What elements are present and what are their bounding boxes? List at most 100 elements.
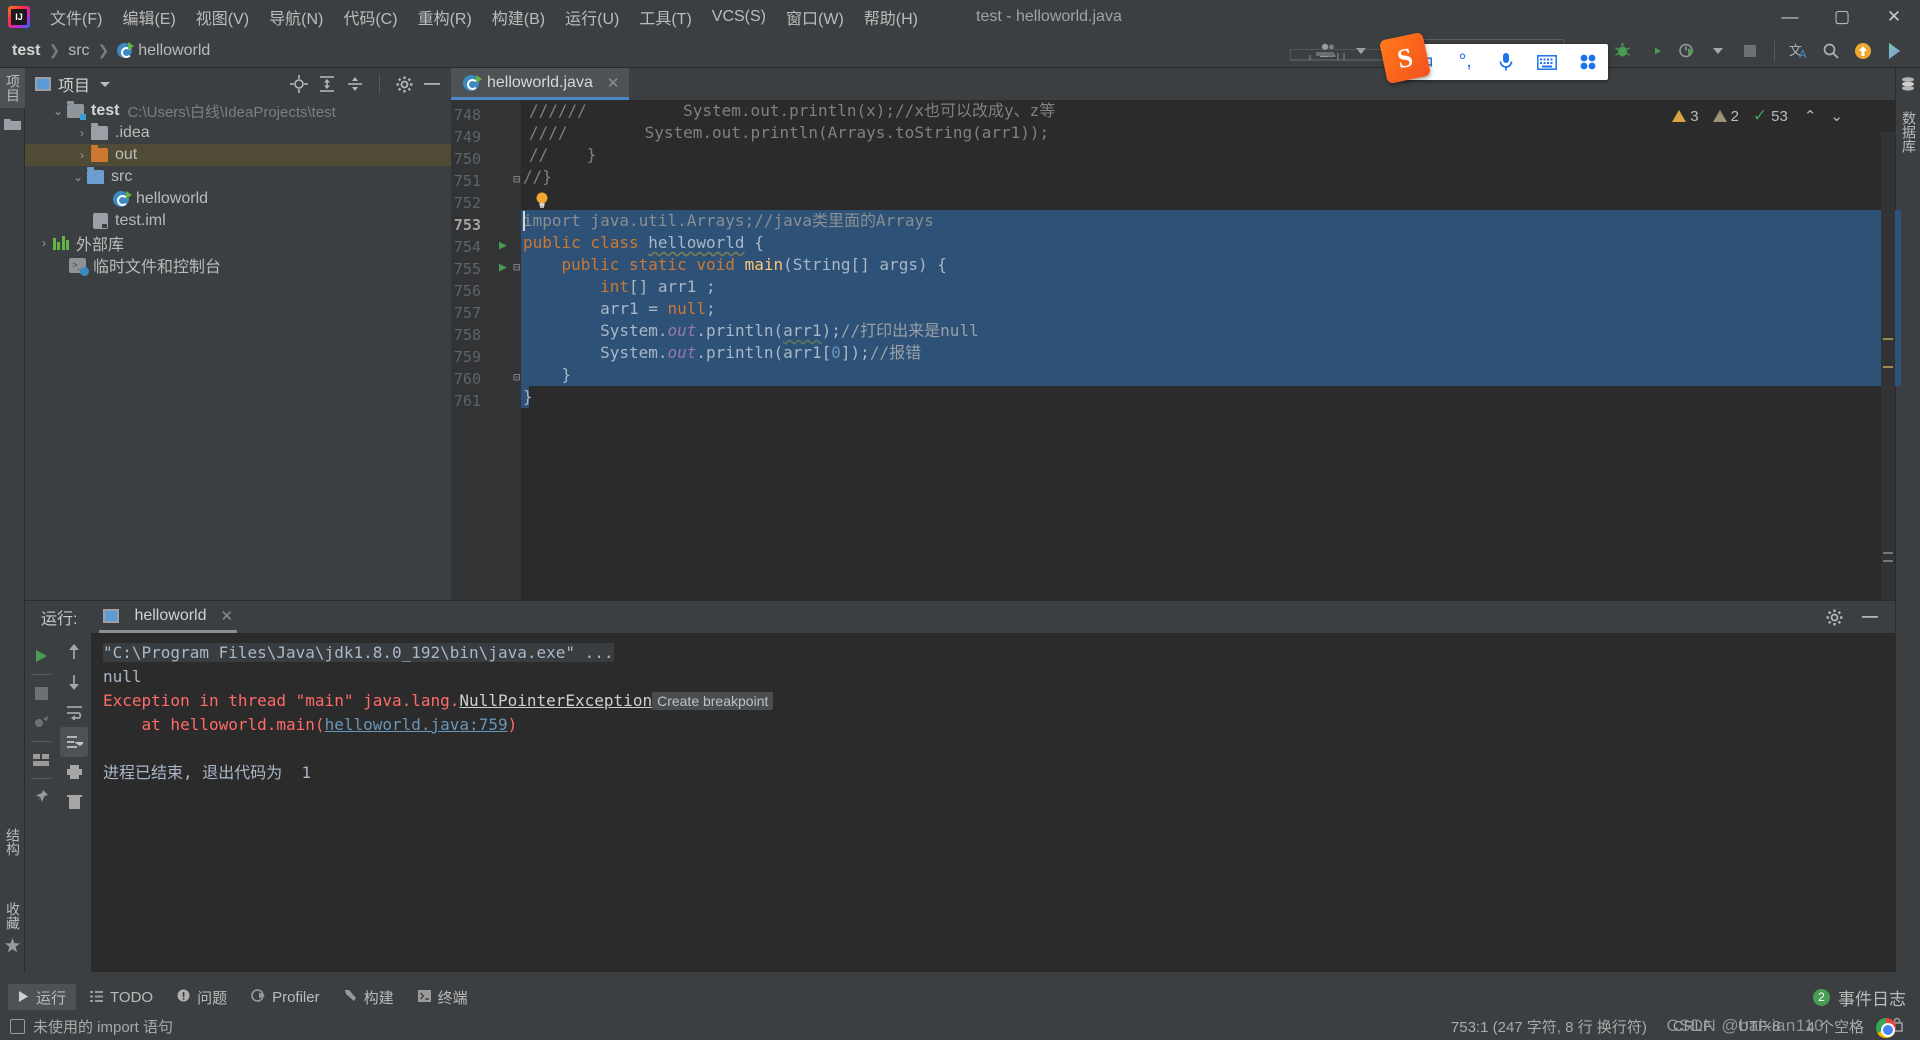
editor-marker-strip[interactable] xyxy=(1881,132,1895,600)
chevron-down-icon[interactable]: ⌄ xyxy=(69,170,87,184)
breadcrumb-file[interactable]: helloworld xyxy=(138,42,210,60)
menu-item-build[interactable]: 构建(B) xyxy=(482,2,555,32)
stacktrace-link[interactable]: helloworld.java:759 xyxy=(325,715,508,734)
chevron-right-icon[interactable]: › xyxy=(73,126,91,140)
tree-item-test-iml[interactable]: test.iml xyxy=(25,210,451,232)
chevron-right-icon[interactable]: › xyxy=(35,236,53,250)
tab-problems[interactable]: 问题 xyxy=(167,984,237,1010)
sogou-logo-icon[interactable]: S xyxy=(1378,31,1432,85)
breadcrumb-folder[interactable]: src xyxy=(68,42,89,60)
clear-all-button[interactable] xyxy=(60,787,88,817)
star-icon[interactable] xyxy=(5,938,20,958)
code-lines[interactable]: ////// System.out.println(x);//x也可以改成y、z… xyxy=(521,100,1901,600)
tree-item-idea[interactable]: › .idea xyxy=(25,122,451,144)
fold-marker-icon[interactable]: ⊟ xyxy=(513,370,520,384)
menu-item-help[interactable]: 帮助(H) xyxy=(854,2,928,32)
event-log-label[interactable]: 事件日志 xyxy=(1838,985,1906,1010)
stop-button[interactable] xyxy=(1735,37,1765,65)
update-button[interactable] xyxy=(1848,37,1878,65)
pin-button[interactable] xyxy=(27,782,55,812)
tab-run[interactable]: 运行 xyxy=(8,984,77,1010)
tree-item-external-libraries[interactable]: › 外部库 xyxy=(25,232,451,254)
menu-item-run[interactable]: 运行(U) xyxy=(555,2,629,32)
folder-icon[interactable] xyxy=(0,108,24,144)
breadcrumb-project[interactable]: test xyxy=(12,42,40,60)
tab-helloworld-java[interactable]: helloworld.java ✕ xyxy=(451,68,630,100)
scroll-to-end-button[interactable] xyxy=(60,727,88,757)
chevron-down-icon[interactable] xyxy=(1703,37,1733,65)
intention-bulb-icon[interactable] xyxy=(535,192,549,208)
scroll-down-button[interactable] xyxy=(60,667,88,697)
run-method-gutter-icon[interactable]: ▶ xyxy=(499,260,507,275)
tab-todo[interactable]: TODO xyxy=(80,984,163,1010)
close-icon[interactable]: ✕ xyxy=(607,74,620,92)
expand-all-icon[interactable] xyxy=(316,73,338,95)
close-icon[interactable]: ✕ xyxy=(221,607,234,625)
profiler-button[interactable] xyxy=(1671,37,1701,65)
close-button[interactable]: ✕ xyxy=(1868,0,1920,34)
print-button[interactable] xyxy=(60,757,88,787)
tree-item-src[interactable]: ⌄ src xyxy=(25,166,451,188)
ime-toolbar[interactable]: 中 °, xyxy=(1404,44,1608,80)
editor-gutter[interactable]: 748 749 750 751 752 753 754 755 756 757 … xyxy=(451,100,521,600)
translate-button[interactable]: 文A xyxy=(1784,37,1814,65)
marker[interactable] xyxy=(1883,552,1893,554)
tab-terminal[interactable]: 终端 xyxy=(408,984,478,1010)
tab-build[interactable]: 构建 xyxy=(334,984,404,1010)
menu-item-vcs[interactable]: VCS(S) xyxy=(702,5,776,29)
menu-item-view[interactable]: 视图(V) xyxy=(186,2,259,32)
locate-file-icon[interactable] xyxy=(288,73,310,95)
keyboard-icon[interactable] xyxy=(1526,54,1567,70)
sidebar-item-database[interactable]: 数据库 xyxy=(1896,105,1920,159)
warning-marker[interactable] xyxy=(1883,366,1893,368)
stop-button[interactable] xyxy=(27,678,55,708)
fold-marker-icon[interactable]: ⊟ xyxy=(513,172,520,186)
chevron-down-icon[interactable] xyxy=(100,81,111,87)
tree-item-out[interactable]: › out xyxy=(25,144,451,166)
sidebar-item-project[interactable]: 项目 xyxy=(0,68,26,108)
run-tab-helloworld[interactable]: helloworld ✕ xyxy=(99,601,238,633)
collapse-all-icon[interactable] xyxy=(344,73,366,95)
sidebar-item-bookmarks[interactable]: 收藏 xyxy=(0,896,26,936)
dump-threads-button[interactable] xyxy=(27,708,55,738)
menu-item-refactor[interactable]: 重构(R) xyxy=(408,2,482,32)
tab-profiler[interactable]: Profiler xyxy=(241,984,330,1010)
ime-punctuation-button[interactable]: °, xyxy=(1445,51,1486,73)
feature-button[interactable] xyxy=(1880,37,1910,65)
apps-icon[interactable] xyxy=(1567,53,1608,71)
database-icon[interactable] xyxy=(1896,68,1920,105)
tree-item-test[interactable]: ⌄ test C:\Users\白线\IdeaProjects\test xyxy=(25,100,451,122)
code-editor[interactable]: 748 749 750 751 752 753 754 755 756 757 … xyxy=(451,100,1901,600)
next-problem-icon[interactable]: ⌄ xyxy=(1830,107,1843,125)
hide-panel-icon[interactable] xyxy=(1859,606,1881,628)
minimize-button[interactable]: — xyxy=(1764,0,1816,34)
tree-item-scratches[interactable]: >_ 临时文件和控制台 xyxy=(25,254,451,276)
scroll-up-button[interactable] xyxy=(60,637,88,667)
menu-item-navigate[interactable]: 导航(N) xyxy=(259,2,333,32)
search-button[interactable] xyxy=(1816,37,1846,65)
menu-item-code[interactable]: 代码(C) xyxy=(333,2,407,32)
menu-item-edit[interactable]: 编辑(E) xyxy=(112,2,185,32)
menu-item-tools[interactable]: 工具(T) xyxy=(629,2,701,32)
menu-item-window[interactable]: 窗口(W) xyxy=(776,2,854,32)
caret-position[interactable]: 753:1 (247 字符, 8 行 换行符) xyxy=(1451,1016,1647,1037)
sidebar-item-structure[interactable]: 结构 xyxy=(0,822,26,862)
warning-marker[interactable] xyxy=(1883,338,1893,340)
layout-button[interactable] xyxy=(27,745,55,775)
maximize-button[interactable]: ▢ xyxy=(1816,0,1868,34)
soft-wrap-button[interactable] xyxy=(60,697,88,727)
previous-problem-icon[interactable]: ⌃ xyxy=(1804,107,1817,125)
marker[interactable] xyxy=(1883,560,1893,562)
create-breakpoint-badge[interactable]: Create breakpoint xyxy=(652,692,774,710)
chevron-right-icon[interactable]: › xyxy=(73,148,91,162)
menu-item-file[interactable]: 文件(F) xyxy=(40,2,112,32)
debug-button[interactable] xyxy=(1607,37,1637,65)
tree-item-helloworld[interactable]: helloworld xyxy=(25,188,451,210)
chevron-down-icon[interactable]: ⌄ xyxy=(49,104,67,118)
rerun-button[interactable] xyxy=(27,641,55,671)
run-with-coverage-button[interactable] xyxy=(1639,37,1669,65)
microphone-icon[interactable] xyxy=(1486,52,1527,72)
fold-marker-icon[interactable]: ⊟ xyxy=(513,260,520,274)
hide-panel-icon[interactable] xyxy=(421,73,443,95)
gear-icon[interactable] xyxy=(393,73,415,95)
